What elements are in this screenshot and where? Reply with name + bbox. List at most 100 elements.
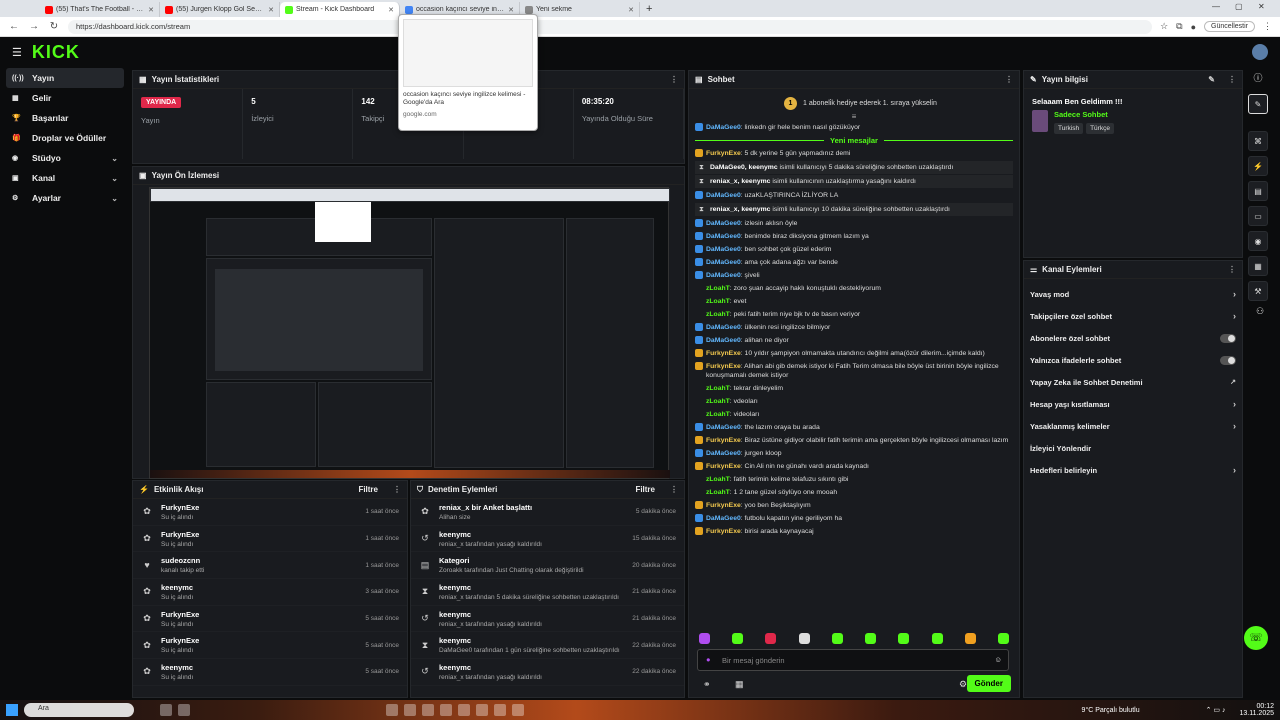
close-tab-icon[interactable]: ✕	[388, 6, 394, 14]
lightning-icon[interactable]: ⚡	[1248, 156, 1268, 176]
chat-message[interactable]: FurkynExe: Cin Ali nin ne günahı vardı a…	[689, 460, 1019, 473]
pinned-toggle-icon[interactable]: ≡	[689, 112, 1019, 121]
chat-username[interactable]: reniax_x, keenymc	[710, 178, 770, 185]
emote-icon[interactable]	[699, 633, 710, 644]
chat-message[interactable]: DaMaGee0: jurgen kloop	[689, 447, 1019, 460]
star-icon[interactable]: ☆	[1160, 21, 1168, 32]
chat-message[interactable]: zLoahT: evet	[689, 295, 1019, 308]
chat-message[interactable]: zLoahT: fatih terimin kelime telafuzu sı…	[689, 473, 1019, 486]
more-icon[interactable]: ⋮	[1005, 75, 1013, 84]
list-item[interactable]: ↺ keenymc reniax_x tarafından yasağı kaldı…	[411, 659, 684, 686]
chat-username[interactable]: FurkynExe	[706, 502, 741, 509]
chat-username[interactable]: zLoahT	[706, 385, 730, 392]
channel-action-item[interactable]: Yavaş mod ›	[1024, 283, 1242, 305]
broadcast-tool-icon[interactable]: ◉	[1248, 231, 1268, 251]
chat-username[interactable]: DaMaGee0	[706, 515, 741, 522]
chat-message[interactable]: FurkynExe: 10 yıldır şampiyon olmamakta …	[689, 347, 1019, 360]
more-icon[interactable]: ⋮	[1228, 265, 1236, 274]
chat-message[interactable]: FurkynExe: birisi arada kaynayacaj	[689, 525, 1019, 538]
edit-tool-icon[interactable]: ✎	[1248, 94, 1268, 114]
sidebar-item[interactable]: 🏆 Başarılar	[6, 108, 124, 128]
list-item[interactable]: ✿ FurkynExe Su iç alındı 1 saat önce	[133, 526, 407, 553]
chat-username[interactable]: FurkynExe	[706, 463, 741, 470]
users-icon[interactable]: ⚇	[1248, 306, 1272, 317]
chat-message[interactable]: DaMaGee0: benimde biraz diksiyona gitmem…	[689, 230, 1019, 243]
taskbar-app-icon[interactable]	[422, 704, 434, 716]
chat-username[interactable]: DaMaGee0, keenymc	[710, 164, 778, 171]
chat-username[interactable]: zLoahT	[706, 411, 730, 418]
emote-icon[interactable]	[831, 633, 843, 644]
support-chat-button[interactable]: ☏	[1244, 626, 1268, 650]
moderation-filter-button[interactable]: Filtre	[635, 485, 655, 494]
chat-message[interactable]: zLoahT: vdeoları	[689, 395, 1019, 408]
chat-message[interactable]: zLoahT: zoro şuan accayip haklı konuştuk…	[689, 282, 1019, 295]
channel-action-item[interactable]: Takipçilere özel sohbet ›	[1024, 305, 1242, 327]
chat-message[interactable]: DaMaGee0: linkedn gir hele benim nasıl g…	[689, 121, 1019, 134]
taskbar-app-icon[interactable]	[476, 704, 488, 716]
store-icon[interactable]: ▦	[735, 679, 744, 690]
chat-username[interactable]: FurkynExe	[706, 363, 741, 370]
emoji-icon[interactable]: ☺	[994, 655, 1002, 664]
chat-message[interactable]: DaMaGee0: şiveli	[689, 269, 1019, 282]
gear-icon[interactable]: ⚙	[959, 679, 967, 690]
chat-username[interactable]: FurkynExe	[706, 528, 741, 535]
list-item[interactable]: ✿ FurkynExe Su iç alındı 5 saat önce	[133, 606, 407, 633]
emote-icon[interactable]	[798, 633, 810, 644]
activity-filter-button[interactable]: Filtre	[358, 485, 378, 494]
chat-bubble-icon[interactable]: ▭	[1248, 206, 1268, 226]
chat-username[interactable]: zLoahT	[706, 398, 730, 405]
list-item[interactable]: ✿ reniax_x bir Anket başlattı Alihan size 5…	[411, 499, 684, 526]
send-button[interactable]: Gönder	[966, 675, 1011, 692]
emote-icon[interactable]	[865, 633, 877, 644]
taskbar-app-icon[interactable]	[494, 704, 506, 716]
list-item[interactable]: ⧗ keenymc reniax_x tarafından 5 dakika sür…	[411, 579, 684, 606]
layout-icon[interactable]: ▦	[1248, 256, 1268, 276]
list-item[interactable]: ↺ keenymc reniax_x tarafından yasağı kaldı…	[411, 526, 684, 553]
chat-username[interactable]: zLoahT	[706, 285, 730, 292]
emote-icon[interactable]	[964, 633, 976, 644]
tool-icon-1[interactable]: ⌘	[1248, 131, 1268, 151]
taskbar-app-icon[interactable]	[404, 704, 416, 716]
chat-message[interactable]: DaMaGee0: the lazım oraya bu arada	[689, 421, 1019, 434]
chat-message[interactable]: DaMaGee0: ama çok adana ağzı var bende	[689, 256, 1019, 269]
profile-avatar[interactable]: ●	[1191, 22, 1196, 32]
chat-username[interactable]: FurkynExe	[706, 437, 741, 444]
taskbar-app-icon[interactable]	[458, 704, 470, 716]
taskbar-search-input[interactable]: Ara	[24, 703, 134, 717]
reload-icon[interactable]: ↻	[48, 21, 60, 32]
chat-username[interactable]: DaMaGee0	[706, 337, 741, 344]
close-tab-icon[interactable]: ✕	[628, 6, 634, 14]
chat-username[interactable]: FurkynExe	[706, 350, 741, 357]
emote-icon[interactable]	[765, 633, 777, 644]
info-icon[interactable]: ⓘ	[1248, 68, 1268, 88]
more-icon[interactable]: ⋮	[393, 485, 401, 494]
list-item[interactable]: ✿ keenymc Su iç alındı 3 saat önce	[133, 579, 407, 606]
chat-username[interactable]: zLoahT	[706, 489, 730, 496]
toggle-switch[interactable]	[1220, 355, 1236, 365]
chat-message[interactable]: FurkynExe: Alihan abi gib demek istiyor …	[689, 360, 1019, 382]
browser-tab[interactable]: Stream - Kick Dashboard ✕	[280, 2, 400, 17]
chat-message[interactable]: ⧗ reniax_x, keenymc isimli kullanıcıyı 10…	[695, 203, 1013, 216]
taskbar-app-icon[interactable]	[386, 704, 398, 716]
channel-action-item[interactable]: Abonelere özel sohbet	[1024, 327, 1242, 349]
taskbar-app-icon[interactable]	[512, 704, 524, 716]
chat-message-input[interactable]: ● Bir mesaj gönderin ☺	[697, 649, 1009, 671]
more-icon[interactable]: ⋮	[670, 75, 678, 84]
tray-icons[interactable]: ⌃ ▭ ♪	[1206, 706, 1226, 714]
toggle-switch[interactable]	[1220, 333, 1236, 343]
chat-username[interactable]: FurkynExe	[706, 150, 741, 157]
chat-username[interactable]: DaMaGee0	[706, 450, 741, 457]
chat-username[interactable]: DaMaGee0	[706, 124, 741, 131]
chat-username[interactable]: zLoahT	[706, 476, 730, 483]
kick-logo[interactable]: KICK	[32, 42, 80, 63]
chat-username[interactable]: DaMaGee0	[706, 324, 741, 331]
sidebar-item[interactable]: ▦ Gelir	[6, 88, 124, 108]
list-item[interactable]: ⧗ keenymc DaMaGee0 tarafından 1 gün süreli…	[411, 632, 684, 660]
chat-message[interactable]: zLoahT: tekrar dinleyelim	[689, 382, 1019, 395]
emote-icon[interactable]	[898, 633, 910, 644]
chat-username[interactable]: DaMaGee0	[706, 246, 741, 253]
edit-icon[interactable]: ✎	[1208, 75, 1215, 84]
url-input[interactable]: https://dashboard.kick.com/stream	[68, 19, 1153, 34]
chat-username[interactable]: DaMaGee0	[706, 192, 741, 199]
wrench-icon[interactable]: ⚒	[1248, 281, 1268, 301]
